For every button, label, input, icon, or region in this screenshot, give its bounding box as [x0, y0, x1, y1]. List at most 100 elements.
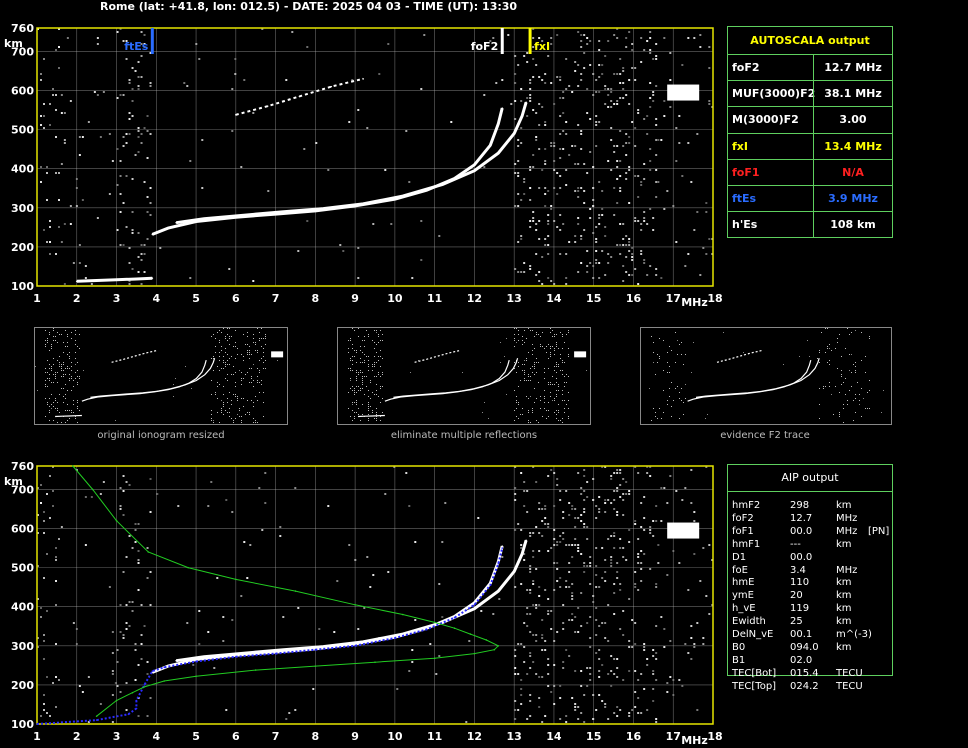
- y-tick-label: 600: [11, 85, 34, 98]
- x-tick-label: 17: [666, 292, 681, 305]
- autoscala-row: fxI 13.4 MHz: [728, 132, 892, 160]
- data-point: [143, 686, 146, 688]
- aip-param-value: 02.0: [790, 654, 813, 666]
- data-point: [469, 633, 472, 635]
- data-point: [314, 648, 317, 651]
- y-tick-label: 500: [11, 124, 34, 137]
- y-tick-label: 200: [11, 679, 34, 692]
- aip-param-value: 024.2: [790, 680, 819, 692]
- data-point: [151, 670, 154, 673]
- data-point: [402, 195, 404, 197]
- autoscala-value: 13.4 MHz: [813, 133, 892, 160]
- y-tick-label: 100: [11, 280, 34, 293]
- thumbnail-trace: [414, 349, 460, 363]
- x-tick-label: 18: [707, 292, 722, 305]
- autoscala-value: 108 km: [813, 212, 892, 239]
- background-noise: [37, 28, 714, 285]
- autoscala-value: 38.1 MHz: [813, 81, 892, 108]
- data-point: [135, 278, 138, 280]
- aip-row: D1 00.0: [732, 552, 890, 564]
- x-axis-label: MHz: [681, 296, 708, 309]
- data-point: [163, 666, 166, 669]
- white-box-marker: [667, 522, 700, 539]
- data-point: [242, 652, 245, 655]
- data-point: [151, 277, 154, 279]
- data-point: [151, 233, 154, 236]
- thumbnail-trace: [111, 349, 157, 363]
- x-tick-label: 6: [232, 730, 240, 743]
- x-tick-label: 15: [586, 730, 601, 743]
- data-point: [354, 645, 356, 647]
- aip-param-value: 25: [790, 616, 803, 628]
- marker-label: foF2: [471, 40, 499, 53]
- aip-param-value: 00.1: [790, 629, 813, 640]
- aip-title: AIP output: [728, 465, 892, 492]
- aip-row: DelN_vE 00.1 m^(-3): [732, 629, 890, 641]
- data-point: [362, 78, 364, 80]
- aip-param-value: 110: [790, 577, 810, 589]
- data-point: [254, 669, 257, 671]
- aip-row: foE 3.4 MHz: [732, 565, 890, 577]
- data-point: [167, 227, 170, 229]
- data-point: [242, 214, 245, 217]
- autoscala-row: h'Es 108 km: [728, 211, 892, 239]
- autoscala-label: foF1: [732, 165, 760, 179]
- background-noise: [37, 466, 714, 723]
- thumbnail-noise: [348, 328, 587, 423]
- aip-param-name: hmE: [732, 577, 755, 589]
- aip-row: Ewidth 25 km: [732, 616, 890, 628]
- data-point: [497, 122, 500, 125]
- aip-param-extra: [PN]: [868, 525, 890, 537]
- aip-param-value: 20: [790, 590, 803, 602]
- aip-param-name: TEC[Top]: [732, 680, 777, 692]
- aip-param-unit: km: [836, 577, 852, 589]
- autoscala-value: N/A: [813, 159, 892, 186]
- aip-param-unit: MHz: [836, 512, 858, 524]
- thumbnail-trace: [687, 359, 812, 402]
- white-box-marker: [667, 84, 700, 101]
- data-point: [95, 715, 98, 717]
- aip-param-unit: m^(-3): [836, 629, 872, 640]
- x-tick-label: 9: [351, 292, 359, 305]
- autoscala-label: foF2: [732, 61, 760, 74]
- autoscala-row: ftEs 3.9 MHz: [728, 185, 892, 212]
- aip-param-name: DelN_vE: [732, 629, 774, 640]
- x-tick-label: 1: [33, 730, 41, 743]
- series-line: [151, 545, 504, 674]
- data-point: [433, 621, 436, 624]
- grid: [36, 27, 714, 287]
- aip-row: ymE 20 km: [732, 590, 890, 602]
- data-point: [513, 570, 515, 573]
- x-tick-label: 5: [192, 730, 200, 743]
- data-point: [294, 590, 297, 592]
- aip-param-name: foF1: [732, 525, 754, 537]
- aip-row: hmF2 298 km: [732, 500, 890, 512]
- x-tick-label: 11: [427, 730, 442, 743]
- x-tick-label: 8: [312, 730, 320, 743]
- aip-param-name: D1: [732, 551, 747, 563]
- aip-param-name: B1: [732, 654, 746, 666]
- aip-param-name: hmF1: [732, 538, 761, 550]
- data-point: [473, 607, 476, 610]
- aip-row: TEC[Top] 024.2 TECU: [732, 681, 890, 693]
- aip-param-value: 00.0: [790, 525, 813, 537]
- data-point: [147, 551, 150, 553]
- autoscala-value: 12.7 MHz: [813, 55, 892, 81]
- autoscala-label: M(3000)F2: [732, 113, 799, 127]
- thumbnail-trace: [716, 349, 762, 363]
- data-point: [95, 279, 98, 282]
- aip-output-table: AIP output hmF2 298 km foF2 12.7 MHz foF1 00.0 M…: [727, 464, 893, 692]
- marker-label: fxI: [534, 40, 550, 53]
- data-point: [497, 645, 500, 647]
- x-tick-label: 1: [33, 292, 41, 305]
- data-point: [497, 562, 500, 565]
- data-point: [362, 641, 364, 643]
- data-point: [513, 132, 515, 135]
- x-tick-label: 11: [427, 292, 442, 305]
- series-line: [175, 539, 528, 663]
- aip-param-unit: TECU: [836, 680, 863, 692]
- autoscala-value: 3.00: [813, 107, 892, 134]
- y-tick-label: 300: [11, 640, 34, 653]
- autoscala-label: MUF(3000)F2: [732, 87, 816, 101]
- autoscala-output-table: AUTOSCALA output foF2 12.7 MHz MUF(3000)F2…: [727, 26, 893, 239]
